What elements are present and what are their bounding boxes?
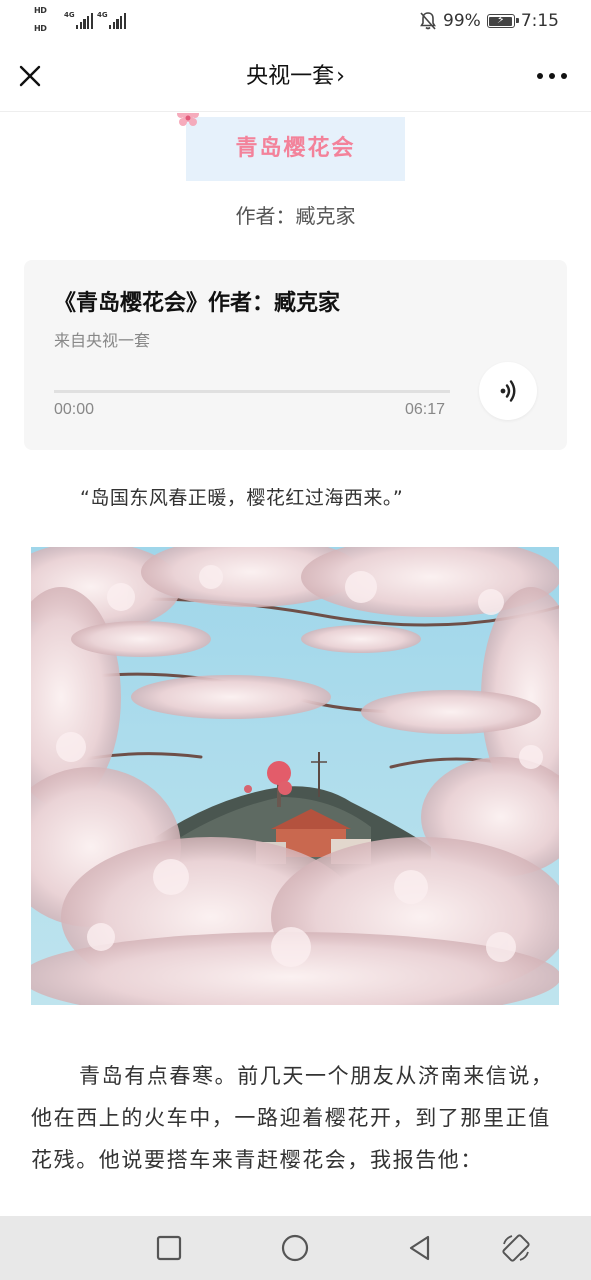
system-nav-bar: [0, 1216, 591, 1280]
back-button[interactable]: [404, 1232, 436, 1264]
page: HD HD 4G 4G 99% ⚡ 7:15 央视一套› 青岛樱花会 作者：臧克…: [0, 0, 591, 1280]
paragraph-text: 青岛有点春寒。前几天一个朋友从济南来信说，他在西上的火车中，一路迎着樱花开，到了…: [31, 1064, 554, 1172]
signal-type-label: 4G: [64, 11, 75, 19]
recent-apps-icon: [156, 1235, 182, 1261]
chevron-right-icon: ›: [336, 64, 345, 89]
article-content[interactable]: 青岛樱花会 作者：臧克家 《青岛樱花会》作者：臧克家 来自央视一套 00:00 …: [0, 113, 591, 1216]
audio-progress-bar[interactable]: [54, 390, 450, 393]
status-bar: HD HD 4G 4G 99% ⚡ 7:15: [0, 0, 591, 42]
back-icon: [409, 1235, 430, 1261]
mute-bell-icon: [420, 12, 436, 30]
cherry-blossom-photo[interactable]: [31, 547, 559, 1005]
signal-area: HD HD 4G 4G: [34, 4, 134, 38]
poem-quote: “岛国东风春正暖，樱花红过海西来。”: [80, 487, 404, 509]
signal-type-label: 4G: [97, 11, 108, 19]
page-title: 央视一套: [246, 64, 335, 89]
audio-current-time: 00:00: [54, 401, 95, 418]
nav-bar: 央视一套›: [0, 42, 591, 112]
blossom-decoration-icon: [177, 113, 199, 126]
audio-player-card[interactable]: 《青岛樱花会》作者：臧克家 来自央视一套 00:00 06:17: [24, 260, 567, 450]
rotate-screen-button[interactable]: [500, 1232, 532, 1264]
status-right: 99% ⚡ 7:15: [419, 8, 559, 34]
battery-charging-icon: ⚡: [486, 14, 519, 28]
audio-total-time: 06:17: [405, 401, 446, 418]
author-line: 作者：臧克家: [235, 204, 356, 228]
hd-badge: HD: [34, 24, 47, 33]
battery-percent: 99%: [443, 11, 481, 31]
rotate-screen-icon: [502, 1234, 530, 1262]
audio-source: 来自央视一套: [54, 331, 151, 350]
audio-play-button[interactable]: [479, 362, 537, 420]
audio-play-icon: [500, 380, 516, 402]
banner-title: 青岛樱花会: [235, 136, 356, 161]
home-icon: [281, 1234, 309, 1262]
hd-badge: HD: [34, 6, 47, 15]
title-banner: 青岛樱花会: [186, 117, 405, 181]
more-dots-icon[interactable]: [537, 70, 567, 82]
article-paragraph: 青岛有点春寒。前几天一个朋友从济南来信说，他在西上的火车中，一路迎着樱花开，到了…: [31, 1055, 561, 1181]
clock: 7:15: [520, 11, 559, 31]
audio-title: 《青岛樱花会》作者：臧克家: [54, 291, 341, 316]
recent-apps-button[interactable]: [153, 1232, 185, 1264]
home-button[interactable]: [279, 1232, 311, 1264]
account-title-link[interactable]: 央视一套›: [0, 62, 591, 92]
